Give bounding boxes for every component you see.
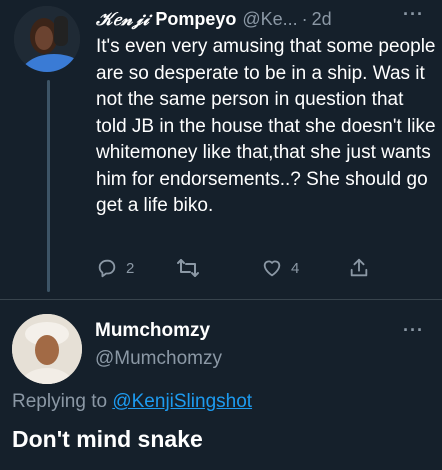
display-name[interactable]: Pompeyo [155, 9, 236, 30]
replying-prefix: Replying to [12, 391, 113, 412]
share-button[interactable] [348, 257, 370, 279]
reply-count: 2 [126, 259, 135, 277]
original-tweet[interactable]: 𝒦𝑒𝓃𝒿𝒾 Pompeyo @Ke... · 2d ··· It's even … [0, 0, 442, 296]
like-button[interactable]: 4 [261, 257, 299, 279]
user-handle[interactable]: @Ke... [242, 9, 297, 30]
retweet-button[interactable] [176, 257, 200, 279]
user-handle[interactable]: @Mumchomzy [95, 348, 222, 370]
thread-connector-line [47, 80, 50, 292]
avatar[interactable] [14, 6, 80, 72]
timestamp[interactable]: 2d [312, 9, 332, 30]
replying-to-line: Replying to @KenjiSlingshot [12, 391, 252, 413]
more-options-icon[interactable]: ··· [403, 4, 424, 25]
tweet-header: 𝒦𝑒𝓃𝒿𝒾 Pompeyo @Ke... · 2d [96, 5, 430, 33]
heart-icon [261, 257, 283, 279]
tweet-actions: 2 4 [96, 254, 376, 282]
retweet-icon [176, 257, 200, 279]
share-icon [348, 257, 370, 279]
display-name-stylized[interactable]: 𝒦𝑒𝓃𝒿𝒾 [96, 9, 149, 30]
like-count: 4 [291, 259, 300, 277]
reply-tweet[interactable]: Mumchomzy @Mumchomzy ··· Replying to @Ke… [0, 300, 442, 470]
reply-icon [96, 257, 118, 279]
more-options-icon[interactable]: ··· [403, 320, 424, 341]
reply-button[interactable]: 2 [96, 257, 134, 279]
tweet-text: Don't mind snake [12, 426, 203, 452]
replying-to-link[interactable]: @KenjiSlingshot [112, 391, 252, 412]
time-separator: · [301, 8, 308, 29]
avatar[interactable] [12, 314, 82, 384]
display-name[interactable]: Mumchomzy [95, 320, 210, 342]
tweet-text: It's even very amusing that some people … [96, 36, 436, 216]
